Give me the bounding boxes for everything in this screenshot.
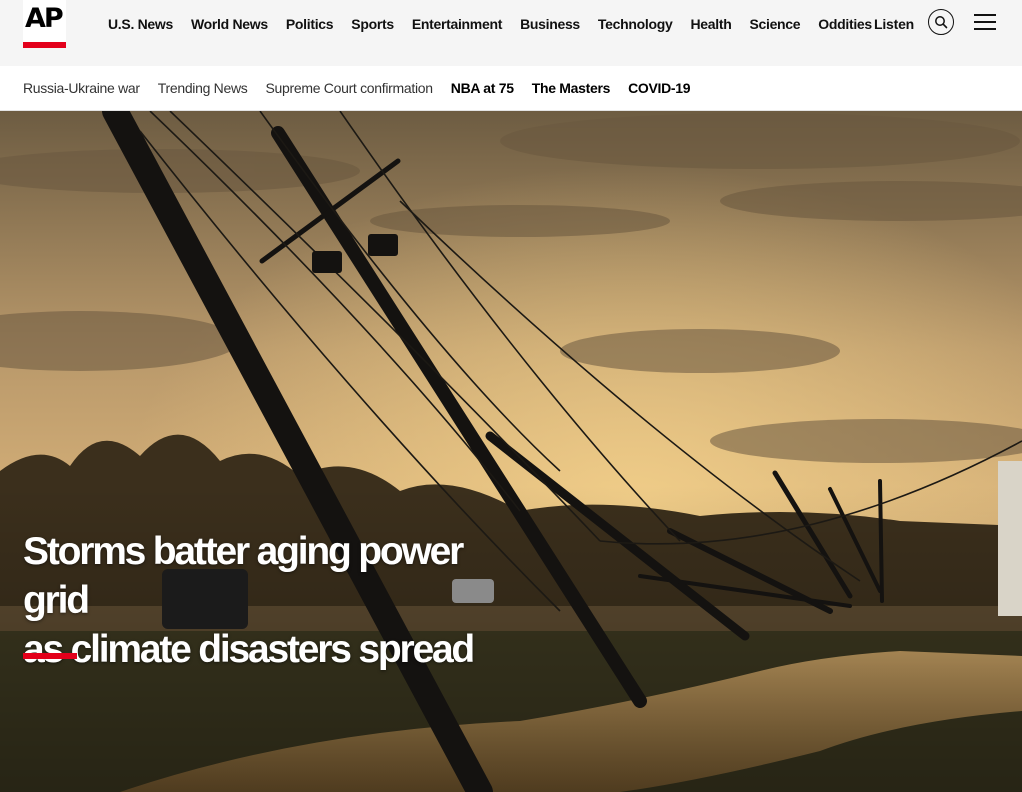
trending-trending-news[interactable]: Trending News — [158, 80, 248, 96]
hero-story[interactable]: Storms batter aging power grid as climat… — [0, 111, 1022, 792]
nav-oddities[interactable]: Oddities — [818, 16, 872, 32]
nav-business[interactable]: Business — [520, 16, 580, 32]
nav-technology[interactable]: Technology — [598, 16, 673, 32]
nav-health[interactable]: Health — [690, 16, 731, 32]
trending-covid-19[interactable]: COVID-19 — [628, 80, 690, 96]
trending-nba-at-75[interactable]: NBA at 75 — [451, 80, 514, 96]
menu-icon-line — [974, 28, 996, 30]
menu-button[interactable] — [974, 14, 996, 31]
nav-entertainment[interactable]: Entertainment — [412, 16, 503, 32]
nav-world-news[interactable]: World News — [191, 16, 268, 32]
main-nav: U.S. News World News Politics Sports Ent… — [108, 0, 890, 48]
listen-button[interactable]: Listen — [874, 16, 914, 32]
nav-politics[interactable]: Politics — [286, 16, 334, 32]
hero-headline[interactable]: Storms batter aging power grid as climat… — [23, 527, 493, 674]
hero-photo — [0, 111, 1022, 792]
headline-accent-bar — [23, 653, 77, 659]
trending-supreme-court[interactable]: Supreme Court confirmation — [265, 80, 433, 96]
trending-the-masters[interactable]: The Masters — [532, 80, 611, 96]
trending-russia-ukraine-war[interactable]: Russia-Ukraine war — [23, 80, 140, 96]
site-header: AP U.S. News World News Politics Sports … — [0, 0, 1022, 66]
hamburger-menu-icon — [974, 14, 996, 16]
nav-sports[interactable]: Sports — [351, 16, 394, 32]
trending-nav: Russia-Ukraine war Trending News Supreme… — [23, 66, 708, 110]
menu-icon-line — [974, 21, 996, 23]
nav-us-news[interactable]: U.S. News — [108, 16, 173, 32]
trending-bar: Russia-Ukraine war Trending News Supreme… — [0, 66, 1022, 111]
logo-red-bar — [23, 42, 66, 48]
logo-text: AP — [25, 3, 64, 34]
headline-line-2: as climate disasters spread — [23, 628, 475, 671]
search-button[interactable] — [928, 9, 954, 35]
search-icon — [935, 16, 948, 29]
nav-science[interactable]: Science — [749, 16, 800, 32]
headline-line-1: Storms batter aging power grid — [23, 530, 464, 622]
ap-logo[interactable]: AP — [23, 0, 66, 48]
